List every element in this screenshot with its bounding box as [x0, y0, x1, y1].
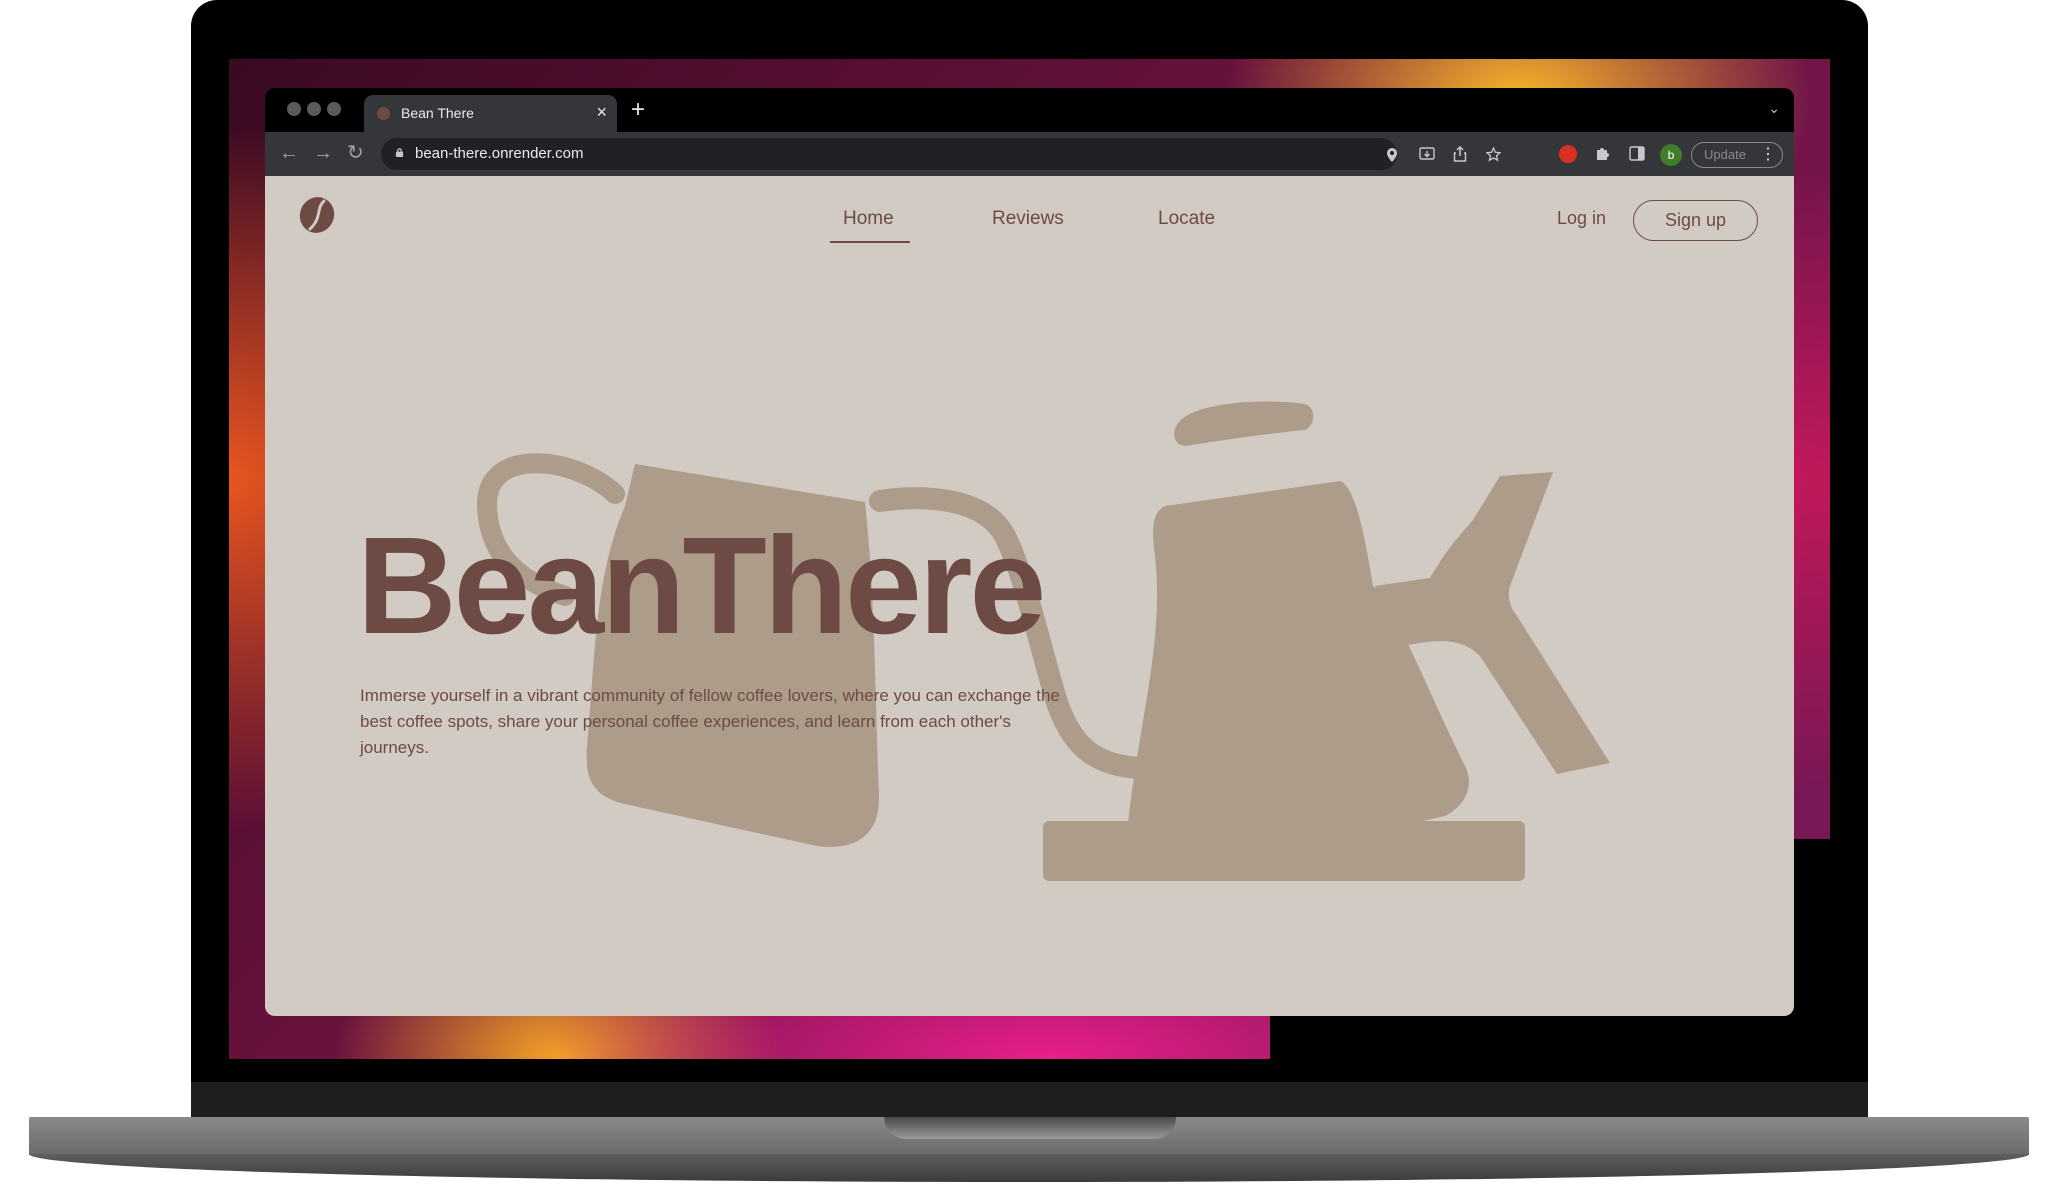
extensions-puzzle-icon[interactable]: [1595, 145, 1611, 161]
tab-strip: Bean There × + ⌄: [265, 88, 1794, 132]
tab-title: Bean There: [401, 105, 474, 121]
signup-button[interactable]: Sign up: [1633, 200, 1758, 241]
lock-icon: [395, 148, 404, 157]
nav-home[interactable]: Home: [843, 208, 894, 230]
window-close-dot[interactable]: [287, 102, 301, 116]
bookmark-star-icon[interactable]: [1486, 147, 1501, 162]
window-minimize-dot[interactable]: [307, 102, 321, 116]
address-bar[interactable]: bean-there.onrender.com: [381, 138, 1501, 170]
laptop-mockup: Bean There × + ⌄ ← → ↻ bean-there.onrend…: [0, 0, 2058, 1185]
browser-toolbar: ← → ↻ bean-there.onrender.com b Update ⋮: [265, 132, 1794, 176]
nav-locate[interactable]: Locate: [1158, 208, 1215, 230]
window-zoom-dot[interactable]: [327, 102, 341, 116]
url-text: bean-there.onrender.com: [415, 145, 584, 162]
reload-button[interactable]: ↻: [347, 142, 364, 164]
update-button[interactable]: Update ⋮: [1691, 142, 1783, 168]
back-button[interactable]: ←: [279, 142, 299, 164]
new-tab-button[interactable]: +: [631, 98, 645, 122]
hero-description: Immerse yourself in a vibrant community …: [360, 686, 1060, 757]
forward-button[interactable]: →: [313, 142, 333, 164]
share-icon[interactable]: [1453, 146, 1467, 162]
nav-active-indicator: [830, 241, 910, 243]
laptop-chin: [191, 1082, 1868, 1118]
login-link[interactable]: Log in: [1557, 208, 1606, 229]
nav-reviews[interactable]: Reviews: [992, 208, 1064, 230]
extension-red-icon[interactable]: [1559, 145, 1577, 163]
profile-avatar[interactable]: b: [1660, 144, 1682, 166]
web-page: Home Reviews Locate Log in Sign up BeanT…: [265, 176, 1794, 1016]
browser-window: Bean There × + ⌄ ← → ↻ bean-there.onrend…: [265, 88, 1794, 1016]
tab-search-icon[interactable]: ⌄: [1768, 100, 1780, 117]
side-panel-icon[interactable]: [1629, 146, 1645, 161]
location-pin-icon[interactable]: [1386, 148, 1398, 162]
hero-title: BeanThere: [357, 509, 1046, 663]
laptop-notch: [884, 1117, 1176, 1139]
update-label: Update: [1704, 147, 1746, 162]
laptop-base-edge: [29, 1154, 2029, 1182]
favicon-icon: [377, 107, 390, 120]
close-tab-icon[interactable]: ×: [596, 101, 607, 123]
tab-bean-there[interactable]: Bean There ×: [364, 95, 617, 132]
coffee-bean-icon[interactable]: [298, 196, 336, 234]
browser-menu-icon[interactable]: ⋮: [1760, 143, 1776, 167]
install-app-icon[interactable]: [1419, 147, 1435, 162]
